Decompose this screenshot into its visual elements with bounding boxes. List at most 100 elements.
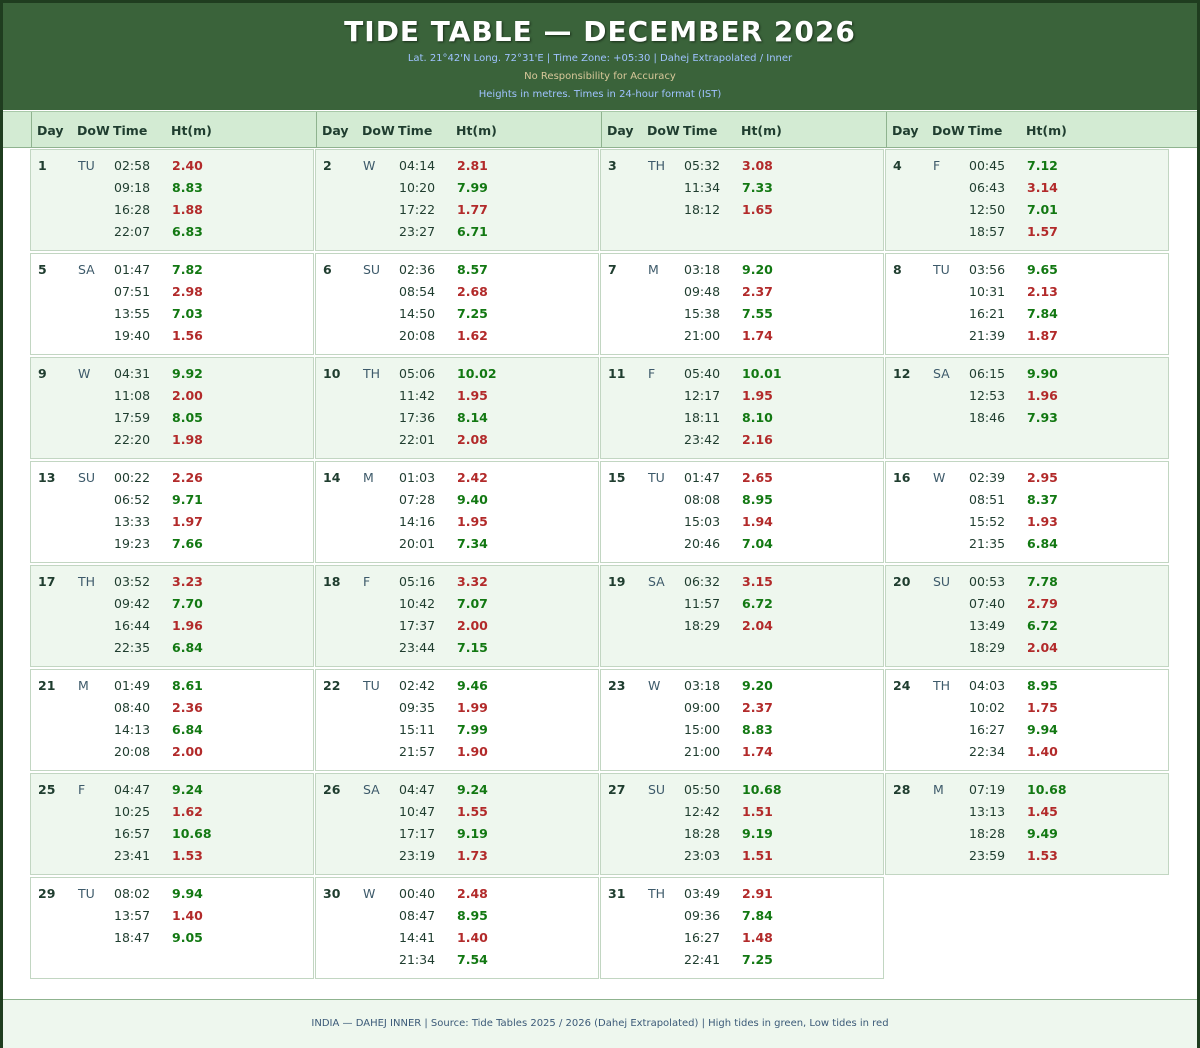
tide-time: 07:19 xyxy=(969,782,1006,797)
tide-time: 07:40 xyxy=(969,596,1006,611)
day-of-week: SA xyxy=(363,782,380,797)
tide-time: 12:17 xyxy=(684,388,721,403)
day-number: 17 xyxy=(38,574,56,589)
day-number: 11 xyxy=(608,366,626,381)
tide-time: 13:33 xyxy=(114,514,151,529)
tide-time: 01:47 xyxy=(684,470,721,485)
tide-time: 20:08 xyxy=(399,328,436,343)
high-tide-height: 7.07 xyxy=(457,596,488,611)
day-of-week: SU xyxy=(648,782,666,797)
day-number: 4 xyxy=(893,158,902,173)
tide-time: 23:27 xyxy=(399,224,436,239)
column-header-time: Time xyxy=(113,123,148,138)
column-header-dow: DoW xyxy=(362,123,395,138)
tide-time: 05:06 xyxy=(399,366,436,381)
page-title: TIDE TABLE — DECEMBER 2026 xyxy=(344,15,856,48)
tide-time: 19:23 xyxy=(114,536,151,551)
low-tide-height: 1.51 xyxy=(742,804,773,819)
tide-time: 01:47 xyxy=(114,262,151,277)
tide-time: 18:47 xyxy=(114,930,151,945)
tide-time: 18:29 xyxy=(969,640,1006,655)
day-cell: 20 SU 00:53 7.78 07:40 2.79 13:49 6.72 18:29 2.04 xyxy=(885,565,1169,667)
tide-time: 23:42 xyxy=(684,432,721,447)
tide-time: 08:51 xyxy=(969,492,1006,507)
column-header-time: Time xyxy=(683,123,718,138)
tide-time: 09:42 xyxy=(114,596,151,611)
low-tide-height: 2.65 xyxy=(742,470,773,485)
tide-time: 21:57 xyxy=(399,744,436,759)
tide-time: 03:18 xyxy=(684,262,721,277)
tide-time: 00:22 xyxy=(114,470,151,485)
tide-time: 11:08 xyxy=(114,388,151,403)
high-tide-height: 9.24 xyxy=(457,782,488,797)
column-header-group-3: Day DoW Time Ht(m) xyxy=(601,112,886,148)
low-tide-height: 2.26 xyxy=(172,470,203,485)
day-number: 30 xyxy=(323,886,341,901)
high-tide-height: 10.68 xyxy=(1027,782,1067,797)
tide-time: 00:40 xyxy=(399,886,436,901)
day-of-week: TU xyxy=(363,678,380,693)
low-tide-height: 1.40 xyxy=(1027,744,1058,759)
tide-time: 16:28 xyxy=(114,202,151,217)
high-tide-height: 6.84 xyxy=(1027,536,1058,551)
day-number: 28 xyxy=(893,782,911,797)
high-tide-height: 9.40 xyxy=(457,492,488,507)
low-tide-height: 2.79 xyxy=(1027,596,1058,611)
low-tide-height: 1.74 xyxy=(742,744,773,759)
day-cell: 21 M 01:49 8.61 08:40 2.36 14:13 6.84 20:08 2.00 xyxy=(30,669,314,771)
day-number: 12 xyxy=(893,366,911,381)
low-tide-height: 3.23 xyxy=(172,574,203,589)
day-number: 14 xyxy=(323,470,341,485)
low-tide-height: 3.14 xyxy=(1027,180,1058,195)
day-of-week: SA xyxy=(933,366,950,381)
day-cell: 9 W 04:31 9.92 11:08 2.00 17:59 8.05 22:20 1.98 xyxy=(30,357,314,459)
tide-time: 08:40 xyxy=(114,700,151,715)
day-of-week: W xyxy=(648,678,661,693)
high-tide-height: 8.37 xyxy=(1027,492,1058,507)
day-number: 21 xyxy=(38,678,56,693)
tide-time: 07:51 xyxy=(114,284,151,299)
tide-time: 06:43 xyxy=(969,180,1006,195)
tide-time: 02:58 xyxy=(114,158,151,173)
tide-time: 15:00 xyxy=(684,722,721,737)
column-header-time: Time xyxy=(968,123,1003,138)
day-cell: 31 TH 03:49 2.91 09:36 7.84 16:27 1.48 22:41 7.25 xyxy=(600,877,884,979)
disclaimer: No Responsibility for Accuracy xyxy=(524,71,676,82)
tide-time: 05:32 xyxy=(684,158,721,173)
low-tide-height: 2.04 xyxy=(742,618,773,633)
day-number: 2 xyxy=(323,158,332,173)
column-header-height: Ht(m) xyxy=(456,123,497,138)
day-cell: 30 W 00:40 2.48 08:47 8.95 14:41 1.40 21:34 7.54 xyxy=(315,877,599,979)
tide-time: 18:11 xyxy=(684,410,721,425)
column-header-dow: DoW xyxy=(932,123,965,138)
tide-time: 21:34 xyxy=(399,952,436,967)
day-of-week: W xyxy=(363,886,376,901)
tide-time: 06:15 xyxy=(969,366,1006,381)
high-tide-height: 7.12 xyxy=(1027,158,1058,173)
low-tide-height: 1.87 xyxy=(1027,328,1058,343)
day-number: 9 xyxy=(38,366,47,381)
high-tide-height: 9.71 xyxy=(172,492,203,507)
high-tide-height: 9.92 xyxy=(172,366,203,381)
day-cell: 24 TH 04:03 8.95 10:02 1.75 16:27 9.94 22:34 1.40 xyxy=(885,669,1169,771)
column-header-day: Day xyxy=(892,123,919,138)
low-tide-height: 1.98 xyxy=(172,432,203,447)
column-header-height: Ht(m) xyxy=(1026,123,1067,138)
day-cell: 12 SA 06:15 9.90 12:53 1.96 18:46 7.93 xyxy=(885,357,1169,459)
tide-time: 20:08 xyxy=(114,744,151,759)
low-tide-height: 1.75 xyxy=(1027,700,1058,715)
tide-time: 09:36 xyxy=(684,908,721,923)
day-cell: 8 TU 03:56 9.65 10:31 2.13 16:21 7.84 21:39 1.87 xyxy=(885,253,1169,355)
high-tide-height: 9.94 xyxy=(172,886,203,901)
tide-time: 23:03 xyxy=(684,848,721,863)
day-cell: 2 W 04:14 2.81 10:20 7.99 17:22 1.77 23:27 6.71 xyxy=(315,149,599,251)
high-tide-height: 7.66 xyxy=(172,536,203,551)
day-of-week: TH xyxy=(78,574,96,589)
low-tide-height: 1.55 xyxy=(457,804,488,819)
tide-time: 14:41 xyxy=(399,930,436,945)
day-number: 24 xyxy=(893,678,911,693)
low-tide-height: 1.51 xyxy=(742,848,773,863)
low-tide-height: 1.73 xyxy=(457,848,488,863)
tide-time: 01:49 xyxy=(114,678,151,693)
low-tide-height: 1.53 xyxy=(172,848,203,863)
